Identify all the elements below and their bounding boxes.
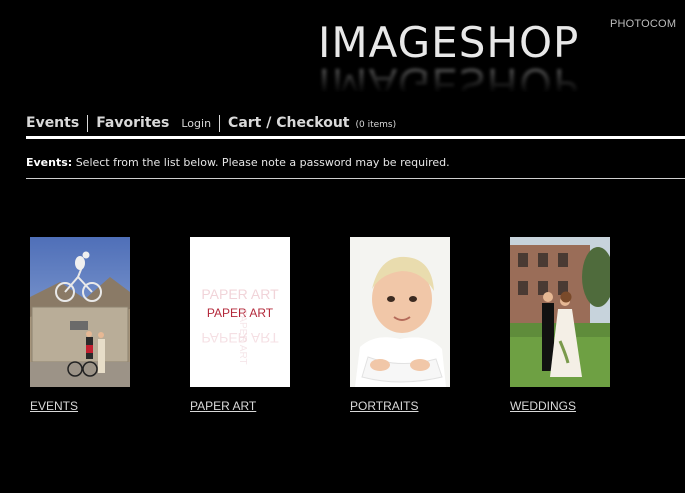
- nav-login-link[interactable]: Login: [181, 117, 211, 130]
- info-line: Events: Select from the list below. Plea…: [26, 156, 450, 169]
- gallery-caption-portraits[interactable]: PORTRAITS: [350, 399, 418, 413]
- svg-text:PAPER ART: PAPER ART: [201, 286, 279, 302]
- nav-separator: [219, 114, 221, 132]
- gallery-caption-weddings[interactable]: WEDDINGS: [510, 399, 576, 413]
- nav-events-link[interactable]: Events: [26, 115, 79, 131]
- paper-art-photo[interactable]: PAPER ART PAPER ART PAPER ART PAPER ART: [190, 237, 290, 387]
- cart-count: (0 items): [355, 119, 397, 130]
- child-portrait-photo[interactable]: [350, 237, 450, 387]
- gallery-item-events: EVENTS: [30, 237, 130, 413]
- nav-separator: [87, 114, 89, 132]
- header-divider: [26, 136, 685, 139]
- gallery-item-paper-art: PAPER ART PAPER ART PAPER ART PAPER ART …: [190, 237, 290, 413]
- gallery-caption-events[interactable]: EVENTS: [30, 399, 78, 413]
- nav-favorites-link[interactable]: Favorites: [96, 115, 169, 131]
- info-divider: [26, 178, 685, 179]
- gallery-item-weddings: WEDDINGS: [510, 237, 610, 413]
- site-logo[interactable]: IMAGESHOP IMAGESHOP: [318, 18, 579, 108]
- brand-name: PHOTOCOM: [610, 18, 677, 30]
- info-text: Select from the list below. Please note …: [75, 156, 450, 169]
- wedding-couple-photo[interactable]: [510, 237, 610, 387]
- logo-reflection: IMAGESHOP: [318, 59, 580, 108]
- gallery-item-portraits: PORTRAITS: [350, 237, 450, 413]
- info-label: Events:: [26, 156, 73, 169]
- gallery-caption-paper-art[interactable]: PAPER ART: [190, 399, 256, 413]
- nav-cart-link[interactable]: Cart / Checkout: [228, 115, 349, 131]
- svg-text:PAPER ART: PAPER ART: [237, 309, 248, 364]
- cycling-event-photo[interactable]: [30, 237, 130, 387]
- main-nav: Events Favorites Login Cart / Checkout (…: [26, 112, 396, 134]
